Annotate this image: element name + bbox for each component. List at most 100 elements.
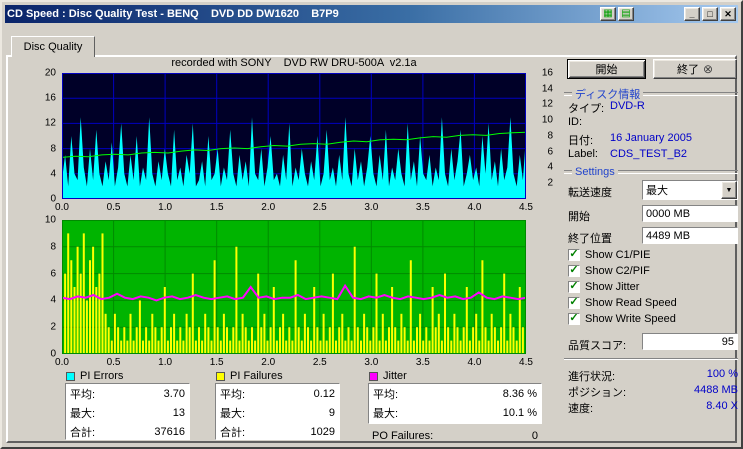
grid-icon: ▤ bbox=[621, 9, 630, 19]
checkbox-show-read-speed[interactable]: ✓ Show Read Speed bbox=[568, 296, 677, 310]
checkbox-box[interactable]: ✓ bbox=[568, 313, 580, 325]
check-icon: ✓ bbox=[569, 281, 578, 292]
stat-label: 平均: bbox=[373, 386, 398, 402]
end-position-value: 4489 MB bbox=[646, 230, 690, 242]
x-tick-label: 3.0 bbox=[364, 357, 378, 368]
disc-id-row: ID: bbox=[568, 116, 738, 128]
y-tick-label: 4 bbox=[50, 168, 56, 179]
y-tick-label: 14 bbox=[542, 83, 553, 94]
jitter-legend-title: Jitter bbox=[383, 370, 407, 382]
stat-value: 37616 bbox=[154, 426, 185, 438]
stat-value: 8.36 % bbox=[503, 388, 537, 400]
position-value: 4488 MB bbox=[694, 384, 738, 400]
titlebar-spacer bbox=[636, 14, 682, 15]
x-tick-label: 1.0 bbox=[158, 202, 172, 213]
pif-jitter-chart bbox=[62, 220, 526, 354]
titlebar-extra-button-1[interactable]: ▦ bbox=[600, 7, 616, 21]
y-tick-label: 6 bbox=[50, 268, 56, 279]
check-icon: ✓ bbox=[569, 265, 578, 276]
tab-disc-quality[interactable]: Disc Quality bbox=[11, 36, 95, 57]
x-tick-label: 4.5 bbox=[519, 357, 533, 368]
pi-errors-swatch bbox=[66, 372, 75, 381]
transfer-speed-select[interactable]: 最大 ▼ bbox=[642, 180, 738, 200]
x-tick-label: 3.5 bbox=[416, 357, 430, 368]
stat-value: 3.70 bbox=[164, 388, 185, 400]
x-tick-label: 4.5 bbox=[519, 202, 533, 213]
checkbox-show-c1-pie[interactable]: ✓ Show C1/PIE bbox=[568, 248, 650, 262]
stat-row: 最大:10.1 % bbox=[369, 403, 541, 422]
disc-date-row: 日付: 16 January 2005 bbox=[568, 132, 738, 148]
x-tick-label: 3.0 bbox=[364, 202, 378, 213]
quality-score-value: 95 bbox=[722, 336, 734, 348]
check-icon: ✓ bbox=[569, 249, 578, 260]
stat-value: 9 bbox=[329, 407, 335, 419]
exit-button-label: 終了 bbox=[677, 61, 699, 77]
transfer-speed-value: 最大 bbox=[643, 182, 721, 198]
x-tick-label: 0.0 bbox=[55, 357, 69, 368]
quality-score-label: 品質スコア: bbox=[568, 337, 626, 353]
end-position-field[interactable]: 4489 MB bbox=[642, 227, 738, 244]
checkbox-box[interactable]: ✓ bbox=[568, 297, 580, 309]
y-tick-label: 8 bbox=[50, 143, 56, 154]
x-tick-label: 4.0 bbox=[467, 202, 481, 213]
stat-value: 0.12 bbox=[314, 388, 335, 400]
stat-label: 平均: bbox=[220, 386, 245, 402]
y-tick-label: 4 bbox=[50, 295, 56, 306]
stat-label: 平均: bbox=[70, 386, 95, 402]
pie-readspeed-chart bbox=[62, 73, 526, 199]
start-position-field[interactable]: 0000 MB bbox=[642, 205, 738, 222]
pi-failures-stats-box: 平均:0.12 最大:9 合計:1029 bbox=[215, 383, 340, 440]
checkbox-box[interactable]: ✓ bbox=[568, 249, 580, 261]
quality-score-field: 95 bbox=[642, 333, 738, 350]
stat-value: 13 bbox=[173, 407, 185, 419]
checkbox-show-c2-pif[interactable]: ✓ Show C2/PIF bbox=[568, 264, 650, 278]
exit-button[interactable]: 終了 ⊗ bbox=[653, 59, 737, 79]
pi-errors-stats-box: 平均:3.70 最大:13 合計:37616 bbox=[65, 383, 190, 440]
pi-failures-legend-title: PI Failures bbox=[230, 370, 283, 382]
y-tick-label: 16 bbox=[542, 68, 553, 79]
combo-dropdown-button[interactable]: ▼ bbox=[721, 181, 737, 199]
close-button[interactable]: ✕ bbox=[720, 7, 736, 21]
y-tick-label: 2 bbox=[547, 178, 553, 189]
checkbox-box[interactable]: ✓ bbox=[568, 281, 580, 293]
speed-row: 速度: 8.40 X bbox=[568, 400, 738, 416]
checkbox-label: Show C2/PIF bbox=[585, 265, 650, 277]
progress-label: 進行状況: bbox=[568, 368, 615, 384]
x-tick-label: 4.0 bbox=[467, 357, 481, 368]
minimize-button[interactable]: _ bbox=[684, 7, 700, 21]
exit-icon: ⊗ bbox=[703, 63, 713, 75]
pi-errors-legend-header: PI Errors bbox=[66, 370, 123, 382]
x-tick-label: 2.0 bbox=[261, 202, 275, 213]
x-tick-label: 2.5 bbox=[313, 202, 327, 213]
speed-label: 速度: bbox=[568, 400, 593, 416]
stat-row: 最大:9 bbox=[216, 403, 339, 422]
end-position-label: 終了位置 bbox=[568, 230, 612, 246]
disc-label-row: Label: CDS_TEST_B2 bbox=[568, 148, 738, 160]
disc-type-label: タイプ: bbox=[568, 100, 610, 116]
titlebar-extra-button-2[interactable]: ▤ bbox=[618, 7, 634, 21]
top-chart-right-axis: 161412108642 bbox=[531, 73, 553, 183]
stat-row: 平均: 3.70 bbox=[66, 384, 189, 403]
po-failures-row: PO Failures: 0 bbox=[368, 426, 542, 445]
stat-label: 最大: bbox=[373, 405, 398, 421]
checkbox-show-jitter[interactable]: ✓ Show Jitter bbox=[568, 280, 639, 294]
titlebar-buttons: ▦ ▤ _ □ ✕ bbox=[600, 7, 736, 21]
titlebar[interactable]: CD Speed : Disc Quality Test - BENQ DVD … bbox=[5, 5, 738, 23]
transfer-speed-label: 転送速度 bbox=[568, 184, 612, 200]
disc-id-label: ID: bbox=[568, 116, 610, 128]
chevron-down-icon: ▼ bbox=[726, 187, 733, 194]
x-tick-label: 0.5 bbox=[107, 202, 121, 213]
disc-label-label: Label: bbox=[568, 148, 610, 160]
x-tick-label: 0.0 bbox=[55, 202, 69, 213]
checkbox-box[interactable]: ✓ bbox=[568, 265, 580, 277]
stat-label: 合計: bbox=[220, 424, 245, 440]
stat-row: 平均: 0.12 bbox=[216, 384, 339, 403]
maximize-button[interactable]: □ bbox=[702, 7, 718, 21]
checkbox-show-write-speed[interactable]: ✓ Show Write Speed bbox=[568, 312, 676, 326]
y-tick-label: 8 bbox=[50, 241, 56, 252]
x-tick-label: 2.0 bbox=[261, 357, 275, 368]
start-button[interactable]: 開始 bbox=[567, 59, 646, 79]
stat-row: 合計:37616 bbox=[66, 422, 189, 441]
start-position-value: 0000 MB bbox=[646, 208, 690, 220]
y-tick-label: 8 bbox=[547, 130, 553, 141]
